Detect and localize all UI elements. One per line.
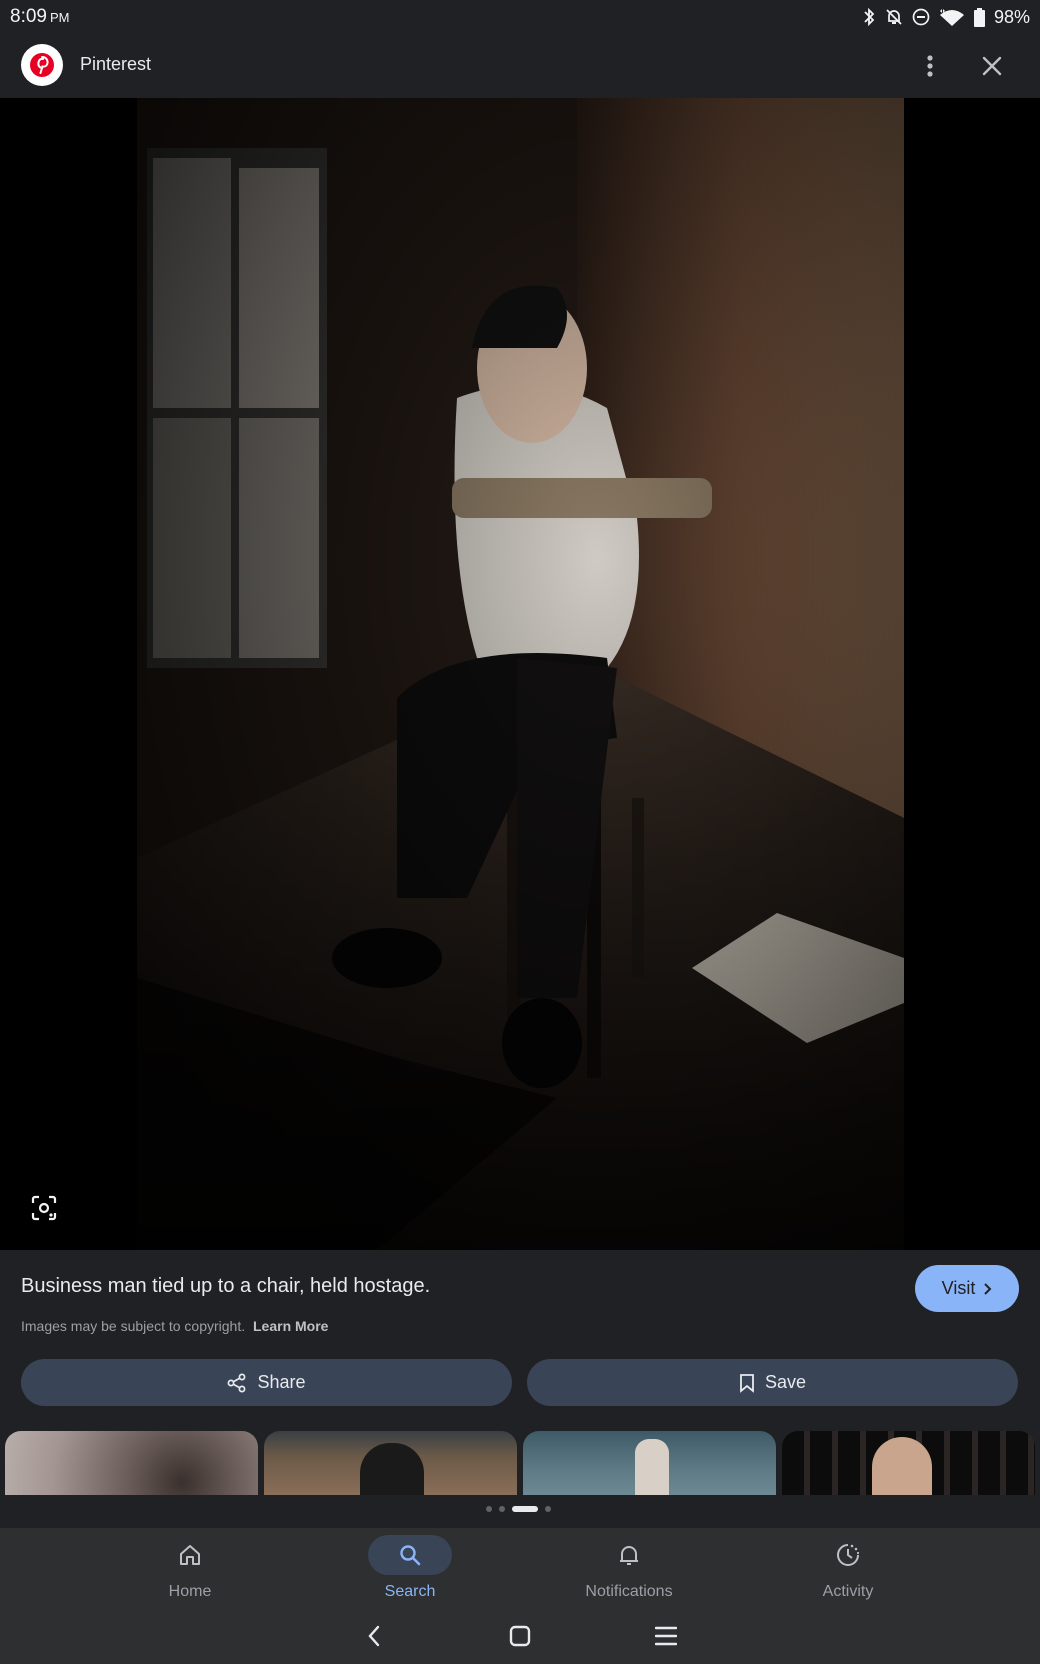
status-icons: 98% [862, 7, 1030, 28]
pager-dot-active[interactable] [512, 1506, 538, 1512]
share-label: Share [257, 1372, 306, 1392]
app-root: 8:09 PM 98% Pinterest Business man tied … [0, 0, 1040, 1664]
system-home-button[interactable] [504, 1620, 536, 1652]
related-image-4-figure [872, 1437, 932, 1495]
status-time: 8:09 PM [10, 6, 69, 28]
image-title: Business man tied up to a chair, held ho… [21, 1275, 431, 1297]
carousel-pager [486, 1506, 551, 1512]
battery-percent: 98% [993, 6, 1030, 27]
chevron-right-icon [984, 1282, 992, 1295]
clock-time: 8:09 [10, 6, 47, 27]
clock-ampm: PM [49, 10, 70, 25]
home-square-icon [509, 1625, 531, 1647]
pinterest-p-icon [37, 56, 49, 74]
site-name[interactable]: Pinterest [80, 54, 151, 75]
pinterest-logo[interactable] [21, 44, 63, 86]
pager-dot[interactable] [486, 1506, 492, 1512]
nav-item-activity[interactable]: Activity [758, 1528, 938, 1608]
back-icon [368, 1625, 380, 1647]
nav-label-activity: Activity [822, 1583, 874, 1600]
main-photo [137, 98, 904, 1250]
nav-label-search: Search [384, 1583, 436, 1600]
google-lens-icon [31, 1195, 57, 1221]
visit-button[interactable]: Visit [915, 1265, 1019, 1312]
related-images-strip [0, 1431, 1040, 1495]
nav-item-search[interactable]: Search [320, 1528, 500, 1608]
copyright-text: Images may be subject to copyright. [21, 1318, 246, 1334]
close-button[interactable] [974, 48, 1010, 84]
google-lens-button[interactable] [26, 1190, 62, 1226]
activity-icon [837, 1544, 860, 1566]
bell-icon [620, 1546, 638, 1565]
do-not-disturb-icon [912, 8, 930, 26]
bluetooth-icon [864, 8, 875, 26]
nav-item-home[interactable]: Home [100, 1528, 280, 1608]
source-header: Pinterest [0, 34, 1040, 98]
more-options-button[interactable] [912, 48, 948, 84]
related-image-2-figure [360, 1443, 424, 1495]
nav-item-notifications[interactable]: Notifications [539, 1528, 719, 1608]
save-button[interactable]: Save [527, 1359, 1018, 1406]
search-icon [400, 1545, 421, 1566]
copyright-notice: Images may be subject to copyright. Lear… [21, 1318, 328, 1334]
more-vert-icon [927, 55, 933, 77]
share-icon [228, 1373, 246, 1392]
learn-more-link[interactable]: Learn More [253, 1318, 328, 1334]
image-viewer[interactable] [0, 98, 1040, 1250]
bottom-navigation: Home Search Notifications Activity [0, 1528, 1040, 1608]
bookmark-icon [740, 1373, 754, 1393]
nav-label-home: Home [168, 1583, 212, 1600]
related-image-1[interactable] [5, 1431, 258, 1495]
system-back-button[interactable] [358, 1620, 390, 1652]
share-button[interactable]: Share [21, 1359, 512, 1406]
related-image-3[interactable] [523, 1431, 776, 1495]
pager-dot[interactable] [545, 1506, 551, 1512]
notifications-off-icon [886, 9, 902, 25]
status-bar: 8:09 PM 98% [0, 0, 1040, 34]
battery-icon [973, 7, 985, 27]
pinterest-logo-mark [30, 53, 54, 77]
related-image-3-figure [635, 1439, 669, 1495]
wifi-icon [939, 9, 964, 26]
recents-menu-icon [655, 1626, 677, 1646]
system-navigation-bar [0, 1608, 1040, 1664]
home-icon-wrap [148, 1535, 232, 1575]
save-label: Save [764, 1372, 807, 1392]
nav-label-notifications: Notifications [585, 1583, 673, 1600]
close-icon [982, 56, 1002, 76]
home-icon [180, 1545, 200, 1565]
related-image-2[interactable] [264, 1431, 517, 1495]
bell-icon-wrap [587, 1535, 671, 1575]
pager-dot[interactable] [499, 1506, 505, 1512]
activity-icon-wrap [806, 1535, 890, 1575]
related-image-4[interactable] [782, 1431, 1035, 1495]
system-recents-button[interactable] [650, 1620, 682, 1652]
search-icon-wrap [368, 1535, 452, 1575]
visit-label: Visit [941, 1278, 976, 1298]
